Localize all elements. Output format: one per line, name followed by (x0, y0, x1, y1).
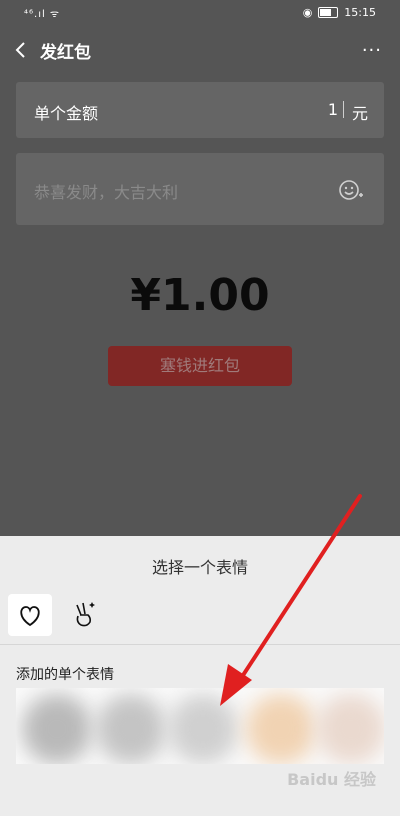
signal-wifi-indicator: ⁴⁶.ıl ᯤ (24, 9, 61, 20)
amount-field[interactable]: 单个金额 1 元 (16, 82, 384, 138)
total-amount: ¥1.00 (130, 270, 270, 321)
heart-icon (20, 606, 40, 627)
emoji-thumbnail-strip[interactable] (16, 688, 384, 764)
blurred-emoji-thumbnail[interactable] (246, 694, 316, 764)
blurred-emoji-thumbnail[interactable] (168, 694, 238, 764)
watermark: Baidu 经验 (287, 770, 376, 789)
clock: 15:15 (344, 6, 376, 19)
amount-input[interactable]: 1 (328, 100, 338, 119)
back-arrow-icon[interactable] (10, 38, 34, 62)
blurred-emoji-thumbnail[interactable] (22, 694, 92, 764)
emoji-sheet: 选择一个表情 添加的单个表情 Baidu 经验 (0, 536, 400, 816)
emoji-picker-icon[interactable] (338, 177, 364, 203)
battery-icon (318, 7, 339, 18)
more-menu-icon[interactable]: ··· (362, 40, 382, 61)
title-bar: 发红包 ··· (0, 30, 400, 70)
status-right: ◉ 15:15 (303, 6, 376, 19)
victory-hand-icon (76, 602, 95, 627)
dim-overlay[interactable]: ⁴⁶.ıl ᯤ ◉ 15:15 发红包 ··· 单个金额 1 元 恭喜发财，大吉… (0, 0, 400, 536)
amount-label: 单个金额 (34, 104, 99, 123)
page-title: 发红包 (40, 43, 91, 63)
greeting-input[interactable]: 恭喜发财，大吉大利 (34, 179, 178, 203)
amount-unit: 元 (351, 104, 368, 123)
status-bar: ⁴⁶.ıl ᯤ ◉ 15:15 (0, 0, 400, 26)
tab-hand-gesture[interactable] (66, 596, 102, 632)
sheet-title: 选择一个表情 (151, 558, 248, 577)
text-cursor (343, 101, 344, 118)
blurred-emoji-thumbnail[interactable] (316, 694, 384, 764)
divider (0, 644, 400, 645)
tab-favorites[interactable] (8, 594, 52, 636)
added-emoji-label: 添加的单个表情 (16, 667, 114, 683)
greeting-field[interactable]: 恭喜发财，大吉大利 (16, 153, 384, 225)
blurred-emoji-thumbnail[interactable] (96, 694, 166, 764)
eye-icon: ◉ (302, 6, 313, 19)
send-red-packet-button[interactable]: 塞钱进红包 (108, 346, 292, 386)
